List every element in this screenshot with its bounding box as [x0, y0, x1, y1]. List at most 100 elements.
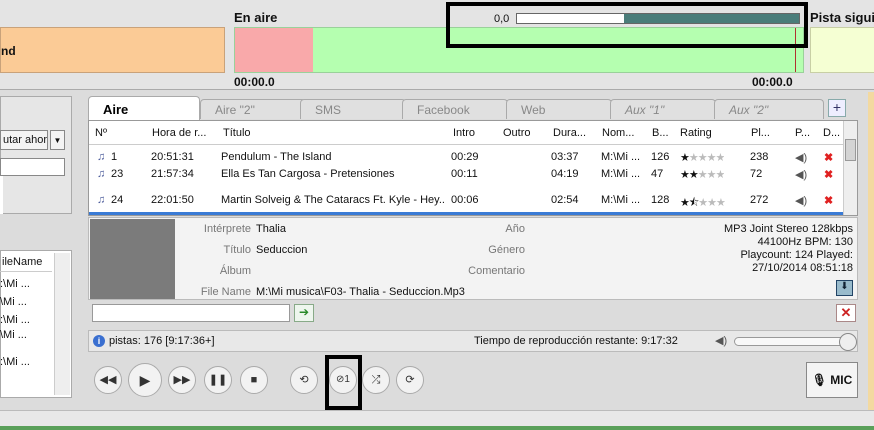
search-go-icon[interactable]: ➔ [294, 304, 314, 322]
playlist-table: Nº Hora de r... Título Intro Outro Dura.… [88, 120, 858, 216]
tab-aire[interactable]: Aire [88, 96, 200, 120]
row-filename: M:\Mi ... [601, 168, 641, 180]
row-plays: 272 [750, 194, 769, 206]
sidebar-list-header[interactable]: ileName [0, 256, 52, 272]
bottom-strip [0, 426, 874, 430]
col-time[interactable]: Hora de r... [152, 127, 214, 139]
tab-aux-1[interactable]: Aux "1" [610, 99, 716, 119]
tab-facebook[interactable]: Facebook [402, 99, 508, 119]
download-icon[interactable]: ⬇ [836, 280, 853, 296]
col-d[interactable]: D... [823, 127, 841, 139]
clear-search-icon[interactable]: ✕ [836, 304, 856, 322]
track-count: pistas: 176 [9:17:36+] [109, 335, 215, 347]
onair-elapsed-time: 00:00.0 [234, 75, 275, 89]
rating-stars[interactable]: ★★★★★ [680, 168, 724, 181]
play-button[interactable]: ▶ [128, 363, 162, 397]
sidebar-input[interactable] [0, 158, 65, 176]
list-item[interactable]: :\Mi ... [0, 356, 52, 368]
table-row[interactable]: ♫ 23 21:57:34 Ella Es Tan Cargosa - Pret… [89, 166, 844, 184]
tab-web[interactable]: Web [506, 99, 612, 119]
tab-sms[interactable]: SMS [300, 99, 406, 119]
col-p[interactable]: P... [795, 127, 813, 139]
row-intro: 00:29 [451, 151, 479, 163]
search-input[interactable] [92, 304, 290, 322]
tab-aux-2[interactable]: Aux "2" [714, 99, 824, 119]
play-now-button[interactable]: utar ahora [0, 130, 48, 150]
col-title[interactable]: Título [223, 127, 443, 139]
volume-icon: ◀) [715, 335, 728, 347]
fast-forward-button[interactable]: ▶▶ [168, 366, 196, 394]
col-number[interactable]: Nº [95, 127, 135, 139]
sidebar-scrollbar[interactable] [54, 253, 70, 395]
col-bitrate[interactable]: B... [652, 127, 676, 139]
col-outro[interactable]: Outro [503, 127, 547, 139]
next-deck[interactable] [810, 27, 874, 73]
play-now-dropdown[interactable]: ▼ [50, 130, 65, 150]
col-intro[interactable]: Intro [453, 127, 497, 139]
rating-stars[interactable]: ★★★★★ [680, 151, 724, 164]
previous-deck-label: nd [1, 44, 16, 58]
row-title: Martin Solveig & The Cataracs Ft. Kyle -… [221, 194, 446, 206]
label-genero: Género [488, 244, 525, 256]
rate-bpm-info: 44100Hz BPM: 130 [757, 236, 853, 248]
add-tab-icon[interactable]: + [828, 99, 846, 117]
list-item[interactable]: \Mi ... [0, 296, 52, 308]
tab-aire-2[interactable]: Aire "2" [200, 99, 306, 119]
row-duration: 04:19 [551, 168, 579, 180]
col-rating[interactable]: Rating [680, 127, 740, 139]
track-info-panel: Intérprete Thalia Título Seduccion Álbum… [88, 217, 858, 300]
right-panel-edge [868, 92, 874, 412]
rating-stars[interactable]: ★⯪★★★ [680, 194, 725, 213]
row-number: 1 [111, 151, 118, 163]
music-note-icon: ♫ [97, 151, 106, 163]
col-plays[interactable]: Pl... [751, 127, 785, 139]
format-info: MP3 Joint Stereo 128kbps [723, 223, 853, 235]
list-item[interactable]: :\Mi ... [0, 278, 52, 290]
list-item[interactable]: :\Mi ... [0, 314, 52, 326]
speaker-icon[interactable]: ◀) [795, 168, 807, 181]
playlist-header: Nº Hora de r... Título Intro Outro Dura.… [89, 121, 844, 145]
volume-slider[interactable] [734, 333, 857, 351]
scrollbar-thumb[interactable] [845, 139, 856, 161]
delete-icon[interactable]: ✖ [824, 168, 833, 181]
row-number: 24 [111, 194, 124, 206]
row-bitrate: 128 [651, 194, 670, 206]
value-interprete: Thalia [256, 223, 286, 235]
playcount-info: Playcount: 124 Played: [740, 249, 853, 261]
row-filename: M:\Mi ... [601, 194, 641, 206]
label-titulo: Título [223, 244, 251, 256]
speaker-icon[interactable]: ◀) [795, 194, 807, 207]
pause-button[interactable]: ❚❚ [204, 366, 232, 394]
played-date: 27/10/2014 08:51:18 [752, 262, 853, 274]
mic-button[interactable]: 🎙 MIC [806, 362, 858, 398]
speaker-icon[interactable]: ◀) [795, 151, 807, 164]
table-row[interactable]: ♫ 1 20:51:31 Pendulum - The Island 00:29… [89, 149, 844, 167]
stop-button[interactable]: ■ [240, 366, 268, 394]
playlist-progress-bar [89, 212, 844, 215]
info-icon: i [93, 335, 105, 347]
remaining-time: Tiempo de reproducción restante: 9:17:32 [474, 335, 678, 347]
row-bitrate: 126 [651, 151, 670, 163]
previous-deck[interactable]: nd [0, 27, 225, 73]
delete-icon[interactable]: ✖ [824, 194, 833, 207]
volume-slider-knob[interactable] [839, 333, 857, 351]
col-duration[interactable]: Dura... [553, 127, 597, 139]
shuffle-button[interactable]: ⤮ [362, 366, 390, 394]
delete-icon[interactable]: ✖ [824, 151, 833, 164]
onair-remaining-time: 00:00.0 [752, 75, 793, 89]
value-filename: M:\Mi musica\F03- Thalia - Seduccion.Mp3 [256, 286, 465, 298]
label-ano: Año [505, 223, 525, 235]
playlist-scrollbar[interactable] [843, 121, 857, 215]
row-title: Ella Es Tan Cargosa - Pretensiones [221, 168, 395, 180]
list-item[interactable]: \Mi ... [0, 329, 52, 341]
highlight-box-stop-after [325, 355, 362, 410]
next-track-title: Pista siguie [810, 10, 874, 25]
row-duration: 03:37 [551, 151, 579, 163]
col-filename[interactable]: Nom... [602, 127, 646, 139]
repeat-button[interactable]: ⟳ [396, 366, 424, 394]
repeat-one-button[interactable]: ⟲ [290, 366, 318, 394]
label-comentario: Comentario [468, 265, 525, 277]
music-note-icon: ♫ [97, 168, 106, 180]
table-row[interactable]: ♫ 24 22:01:50 Martin Solveig & The Catar… [89, 192, 844, 210]
rewind-button[interactable]: ◀◀ [94, 366, 122, 394]
